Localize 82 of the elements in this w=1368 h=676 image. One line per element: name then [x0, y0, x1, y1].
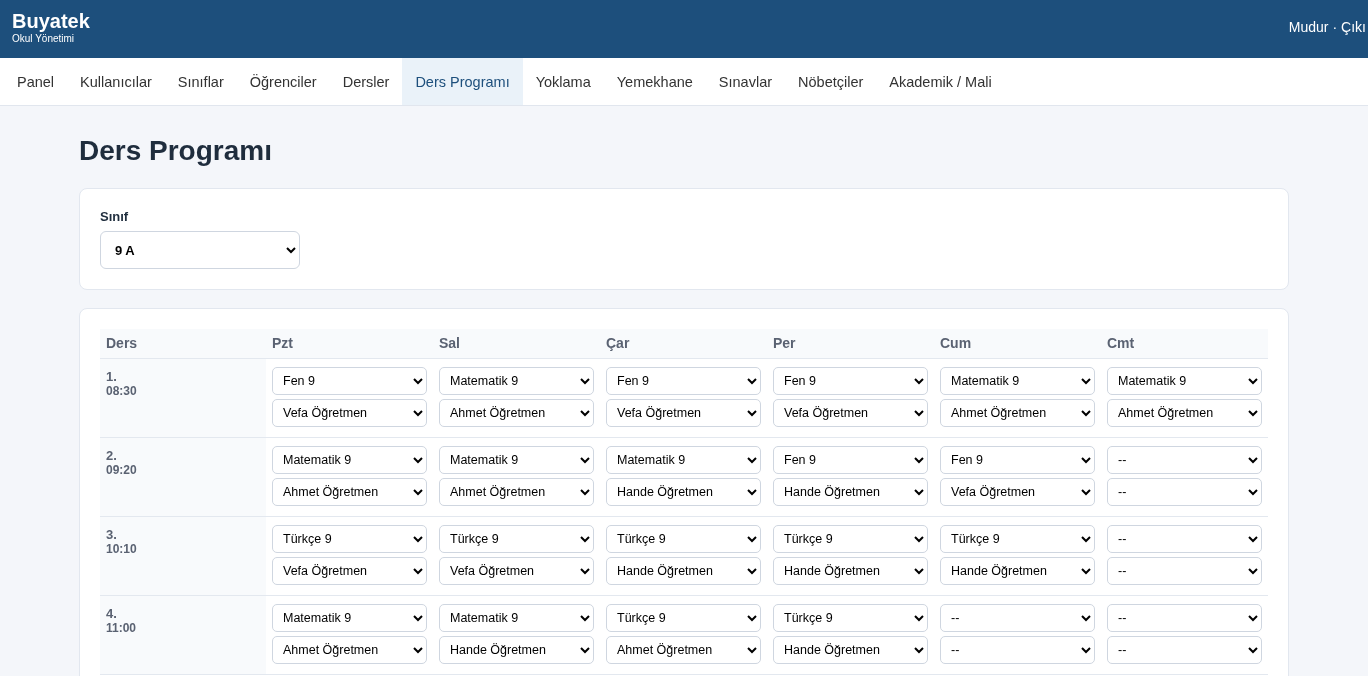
lesson-select[interactable]: Matematik 9	[1107, 366, 1262, 395]
lesson-select[interactable]: Türkçe 9	[940, 524, 1095, 553]
lesson-select[interactable]: --	[940, 603, 1095, 632]
lesson-time: 08:30	[106, 383, 138, 398]
nav-tab[interactable]: Nöbetçiler	[785, 58, 877, 105]
nav-tab[interactable]: Öğrenciler	[236, 58, 330, 105]
teacher-select[interactable]: Ahmet Öğretmen	[272, 477, 427, 506]
lesson-select[interactable]: Türkçe 9	[272, 524, 427, 553]
lesson-select[interactable]: Türkçe 9	[606, 603, 761, 632]
column-header: Çar	[600, 329, 767, 358]
column-header: Cmt	[1101, 329, 1268, 358]
teacher-select[interactable]: Ahmet Öğretmen	[1107, 398, 1262, 427]
nav-tab[interactable]: Sınıflar	[164, 58, 237, 105]
column-header: Cum	[934, 329, 1101, 358]
teacher-select[interactable]: --	[1107, 477, 1262, 506]
lesson-select[interactable]: --	[1107, 524, 1262, 553]
lesson-select[interactable]: Matematik 9	[439, 603, 594, 632]
lesson-select[interactable]: --	[1107, 603, 1262, 632]
teacher-select[interactable]: --	[940, 635, 1095, 664]
nav-tab[interactable]: Panel	[0, 58, 68, 105]
lesson-select[interactable]: Fen 9	[606, 366, 761, 395]
separator: ·	[1332, 19, 1338, 35]
nav-tab[interactable]: Yemekhane	[603, 58, 706, 105]
nav-tab[interactable]: Akademik / Mali	[876, 58, 1005, 105]
teacher-select[interactable]: Vefa Öğretmen	[940, 477, 1095, 506]
lesson-select[interactable]: Türkçe 9	[773, 603, 928, 632]
teacher-select[interactable]: Ahmet Öğretmen	[272, 635, 427, 664]
logout-link[interactable]: Çıkı	[1341, 19, 1366, 35]
lesson-select[interactable]: Matematik 9	[606, 445, 761, 474]
lesson-number: 2.	[106, 447, 118, 463]
teacher-select[interactable]: Vefa Öğretmen	[439, 556, 594, 585]
teacher-select[interactable]: Hande Öğretmen	[773, 635, 928, 664]
lesson-select[interactable]: Matematik 9	[940, 366, 1095, 395]
lesson-select[interactable]: Fen 9	[773, 445, 928, 474]
lesson-select[interactable]: --	[1107, 445, 1262, 474]
teacher-select[interactable]: Hande Öğretmen	[606, 477, 761, 506]
lesson-select[interactable]: Fen 9	[272, 366, 427, 395]
teacher-select[interactable]: Hande Öğretmen	[773, 477, 928, 506]
lesson-time: 10:10	[106, 541, 138, 556]
teacher-select[interactable]: Ahmet Öğretmen	[606, 635, 761, 664]
teacher-select[interactable]: Vefa Öğretmen	[272, 398, 427, 427]
nav-tab[interactable]: Kullanıcılar	[67, 58, 165, 105]
column-header: Per	[767, 329, 934, 358]
teacher-select[interactable]: Vefa Öğretmen	[272, 556, 427, 585]
teacher-select[interactable]: Hande Öğretmen	[773, 556, 928, 585]
lesson-number: 1.	[106, 368, 118, 384]
lesson-select[interactable]: Matematik 9	[439, 445, 594, 474]
teacher-select[interactable]: Ahmet Öğretmen	[439, 477, 594, 506]
lesson-select[interactable]: Fen 9	[773, 366, 928, 395]
nav-tab[interactable]: Ders Programı	[402, 58, 523, 105]
teacher-select[interactable]: Hande Öğretmen	[606, 556, 761, 585]
nav-tab[interactable]: Yoklama	[522, 58, 604, 105]
page-title: Ders Programı	[79, 134, 273, 168]
nav-tab[interactable]: Sınavlar	[705, 58, 786, 105]
lesson-select[interactable]: Türkçe 9	[606, 524, 761, 553]
column-header: Sal	[433, 329, 600, 358]
user-name: Mudur	[1288, 19, 1329, 35]
teacher-select[interactable]: Vefa Öğretmen	[773, 398, 928, 427]
column-header: Pzt	[266, 329, 433, 358]
teacher-select[interactable]: Ahmet Öğretmen	[940, 398, 1095, 427]
lesson-select[interactable]: Matematik 9	[272, 445, 427, 474]
lesson-select[interactable]: Türkçe 9	[439, 524, 594, 553]
lesson-number: 4.	[106, 605, 118, 621]
teacher-select[interactable]: Hande Öğretmen	[940, 556, 1095, 585]
brand-subtitle: Okul Yönetimi	[12, 33, 75, 45]
teacher-select[interactable]: --	[1107, 556, 1262, 585]
lesson-number: 3.	[106, 526, 118, 542]
teacher-select[interactable]: Vefa Öğretmen	[606, 398, 761, 427]
teacher-select[interactable]: Hande Öğretmen	[439, 635, 594, 664]
teacher-select[interactable]: --	[1107, 635, 1262, 664]
lesson-select[interactable]: Matematik 9	[272, 603, 427, 632]
lesson-select[interactable]: Türkçe 9	[773, 524, 928, 553]
lesson-select[interactable]: Fen 9	[940, 445, 1095, 474]
lesson-select[interactable]: Matematik 9	[439, 366, 594, 395]
column-header: Ders	[100, 329, 266, 358]
lesson-time: 09:20	[106, 462, 138, 477]
lesson-time: 11:00	[106, 620, 138, 635]
nav-tab[interactable]: Dersler	[329, 58, 403, 105]
teacher-select[interactable]: Ahmet Öğretmen	[439, 398, 594, 427]
brand-name[interactable]: Buyatek	[12, 9, 90, 33]
class-select[interactable]: 9 A	[100, 231, 300, 269]
class-label: Sınıf	[100, 209, 129, 224]
